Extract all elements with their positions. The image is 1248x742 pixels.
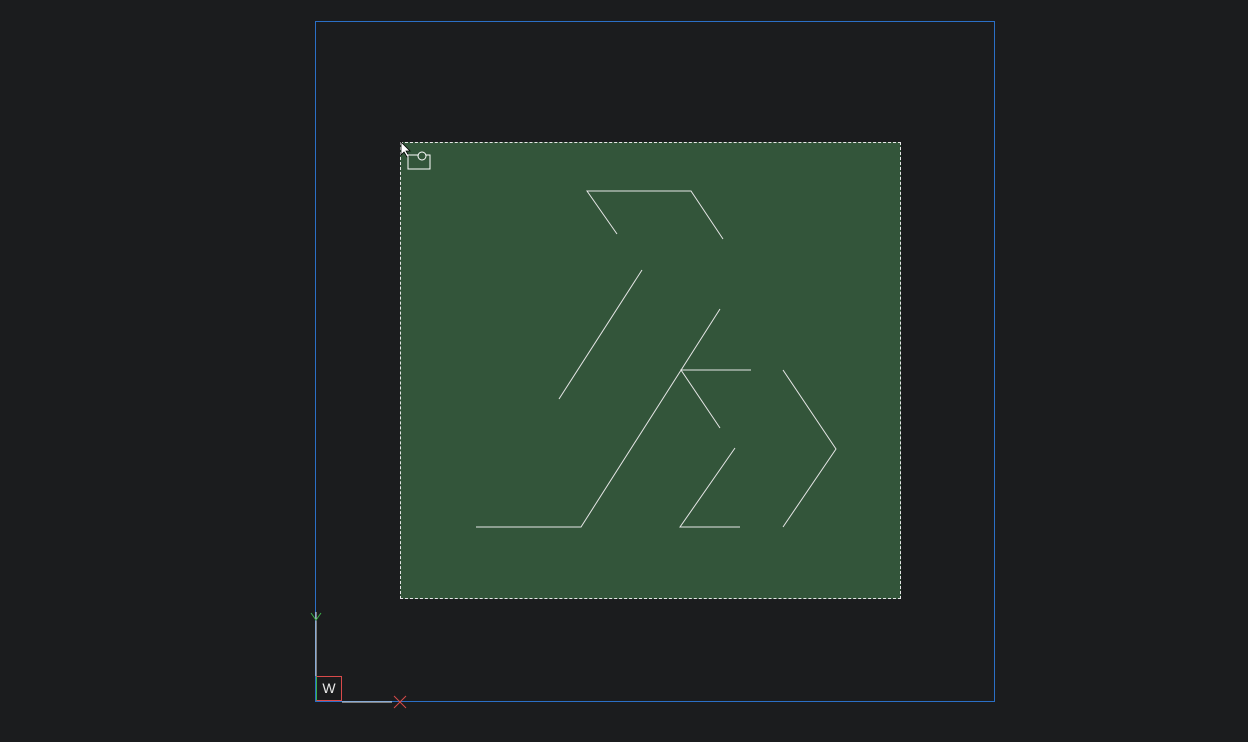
ucs-label: W <box>322 680 336 696</box>
selection-window <box>400 142 901 599</box>
ucs-icon: W <box>316 676 342 701</box>
window-select-cursor-icon <box>400 141 431 170</box>
drawing-canvas[interactable]: W <box>0 0 1248 742</box>
